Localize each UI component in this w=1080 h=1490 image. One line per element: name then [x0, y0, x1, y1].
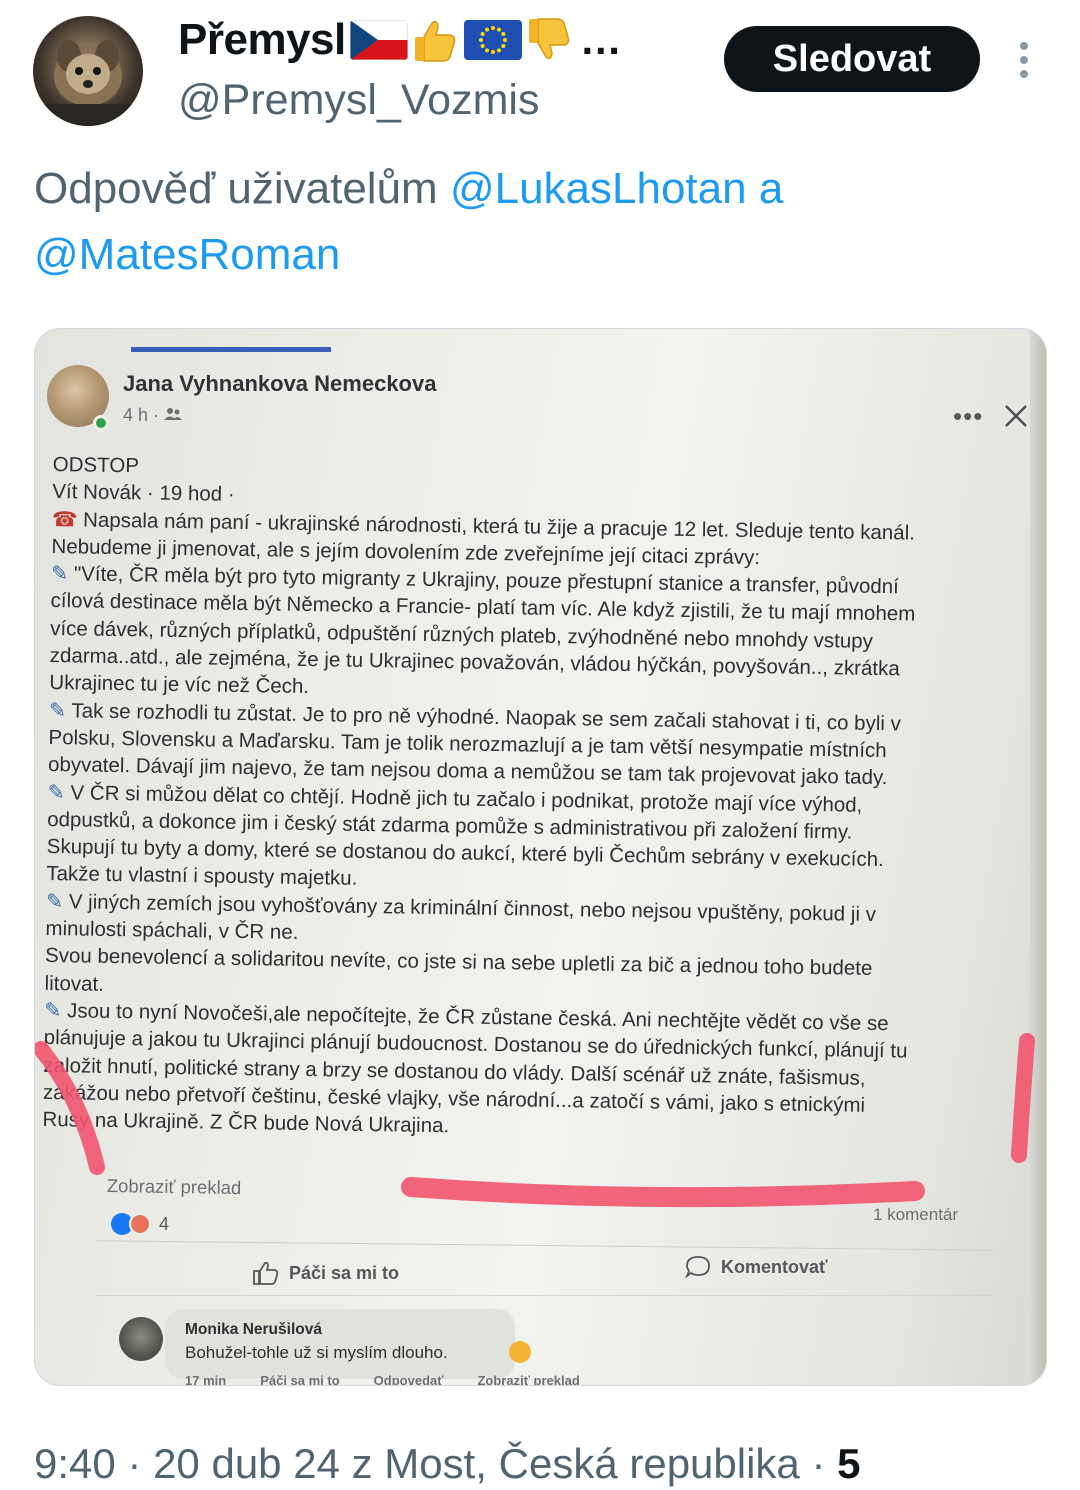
fb-more-icon: ••• — [953, 401, 984, 431]
fb-commenter-avatar — [119, 1317, 163, 1361]
fb-reaction-count: 4 — [159, 1213, 170, 1234]
thumbs-up-icon — [410, 15, 460, 65]
tweet-date: 20 dub 24 — [153, 1440, 340, 1487]
fb-reactions: 4 — [111, 1213, 169, 1235]
fb-post-body: ODSTOP Vít Novák · 19 hod · ☎ Napsala nám … — [42, 451, 1043, 1149]
fb-comment-button: Komentovať — [685, 1255, 828, 1279]
phone-icon: ☎ — [51, 507, 84, 532]
fb-body-text: Ukrajinec tu je víc než Čech. — [49, 671, 310, 699]
eu-flag-icon — [463, 20, 522, 60]
fb-comment-translate: Zobraziť preklad — [477, 1373, 580, 1386]
pen-icon: ✎ — [47, 780, 71, 804]
tweet-view-count: 5 — [837, 1440, 861, 1487]
fb-comment-text: Bohužel-tohle už si myslím dlouho. — [185, 1343, 448, 1362]
fb-comment-reply: Odpovedať — [373, 1373, 444, 1386]
name-truncation: … — [579, 16, 622, 63]
tweet-time: 9:40 — [34, 1440, 116, 1487]
photo-tab-underline — [131, 347, 331, 352]
attached-photo[interactable]: Jana Vyhnankova Nemeckova 4 h · ••• ODST… — [34, 328, 1047, 1386]
comment-bubble-icon — [685, 1256, 710, 1279]
follow-button[interactable]: Sledovat — [724, 26, 980, 92]
crying-emoji-icon — [509, 1341, 531, 1363]
pen-icon: ✎ — [50, 562, 75, 586]
reply-conjunction: a — [758, 164, 784, 213]
fb-post-author: Jana Vyhnankova Nemeckova — [123, 371, 437, 396]
reply-context: Odpověď uživatelům @LukasLhotan a @Mates… — [34, 156, 1044, 288]
reply-prefix: Odpověď uživatelům — [34, 164, 438, 213]
fb-comment-time: 17 min — [185, 1373, 227, 1386]
fb-divider — [95, 1240, 995, 1251]
author-handle[interactable]: @Premysl_Vozmis — [178, 76, 539, 125]
fb-body-text: Takže tu vlastní i spousty majetku. — [46, 862, 358, 891]
pen-icon: ✎ — [45, 889, 69, 914]
fb-translate-link: Zobraziť preklad — [106, 1175, 242, 1199]
author-avatar[interactable] — [33, 16, 143, 126]
author-display-name[interactable]: Přemysl … — [178, 10, 622, 70]
display-name-text: Přemysl — [178, 15, 346, 64]
czech-flag-icon — [349, 20, 408, 60]
tweet-location: z Most, Česká republika — [351, 1440, 800, 1487]
dog-photo-icon — [33, 40, 143, 126]
fb-comments-count: 1 komentár — [873, 1205, 959, 1224]
tweet-timestamp: 9:40 · 20 dub 24 z Most, Česká republika… — [34, 1440, 861, 1487]
like-thumb-icon — [253, 1261, 279, 1285]
more-options-icon[interactable] — [1014, 40, 1034, 80]
fb-comment-like: Páči sa mi to — [260, 1373, 340, 1386]
angry-reaction-icon — [129, 1213, 151, 1235]
fb-comment-actions: 17 min Páči sa mi to Odpovedať Zobraziť … — [185, 1373, 580, 1386]
fb-like-label: Páči sa mi to — [289, 1262, 400, 1283]
fb-divider-bottom — [95, 1295, 995, 1296]
fb-commenter-name: Monika Nerušilová — [185, 1321, 322, 1338]
fb-like-button: Páči sa mi to — [253, 1261, 399, 1285]
mention-matesroman[interactable]: @MatesRoman — [34, 230, 340, 279]
fb-body-text: Vít Novák · 19 hod · — [52, 480, 235, 507]
tweet-detail: Přemysl … @Premysl_Vozmis Sledovat Odpov… — [0, 0, 1080, 1490]
fb-post-time: 4 h · — [123, 405, 165, 425]
mention-lukaslhotan[interactable]: @LukasLhotan — [450, 164, 747, 213]
fb-body-text: minulosti spáchali, v ČR ne. — [45, 916, 299, 944]
fb-post-meta: 4 h · — [123, 405, 183, 426]
online-status-dot — [93, 415, 109, 431]
fb-body-text: Rusy na Ukrajině. Z ČR bude Nová Ukrajin… — [42, 1108, 450, 1138]
friends-audience-icon — [164, 408, 183, 420]
fb-body-text: ODSTOP — [52, 452, 140, 478]
pen-icon: ✎ — [48, 698, 72, 722]
pen-icon: ✎ — [44, 998, 68, 1023]
fb-comment-label: Komentovať — [721, 1256, 828, 1277]
fb-close-icon — [1005, 405, 1027, 427]
thumbs-down-icon — [524, 15, 574, 65]
fb-body-text: litovat. — [44, 971, 105, 996]
